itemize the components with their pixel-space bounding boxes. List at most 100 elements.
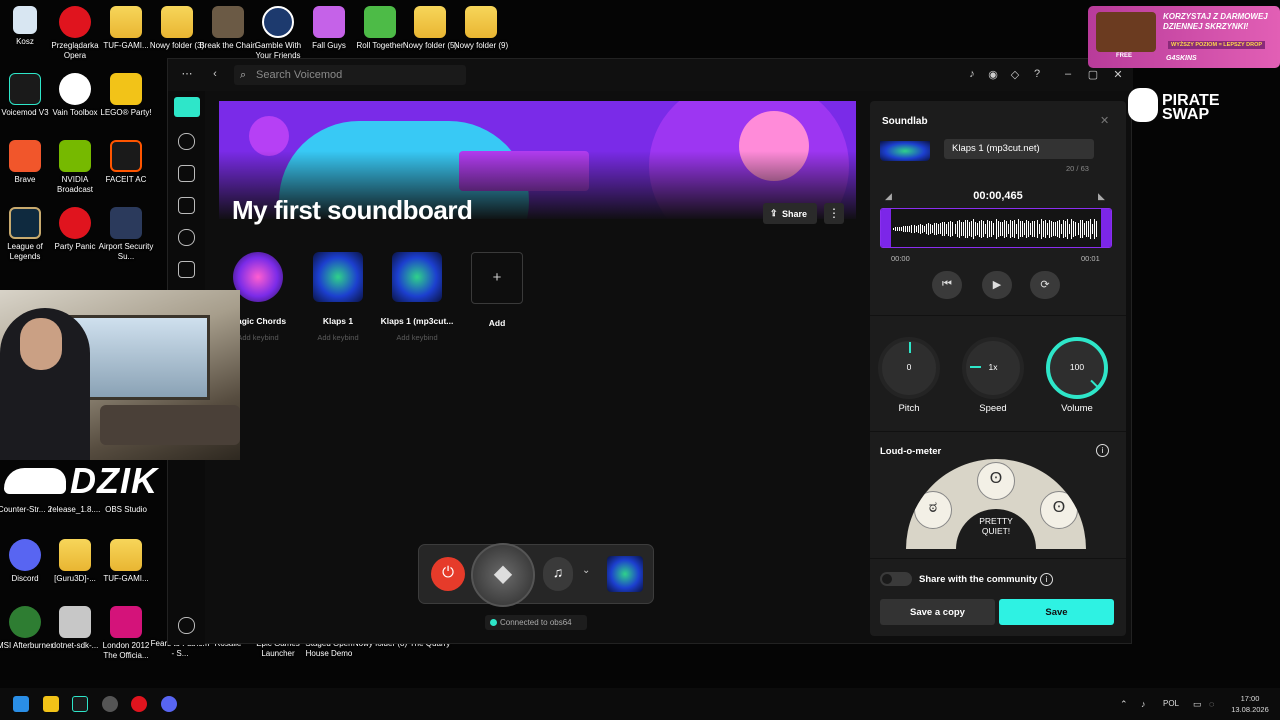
desktop-icon-folder-9[interactable]: Nowy folder (9) (451, 6, 511, 51)
archive-icon (110, 6, 142, 38)
waveform-bar (1042, 221, 1044, 237)
network-icon[interactable]: ◌ (1209, 699, 1214, 709)
lego-icon (110, 73, 142, 105)
sound-name-field[interactable]: Klaps 1 (mp3cut.net) (944, 139, 1094, 159)
voice-changer-gem-button[interactable]: ◆ (471, 543, 535, 607)
desktop-icon-airport[interactable]: Airport Security Su... (96, 207, 156, 262)
gamepad-icon (262, 6, 294, 38)
archive-icon (59, 539, 91, 571)
save-button[interactable]: Save (999, 599, 1114, 625)
add-keybind-link[interactable]: Add keybind (377, 333, 457, 342)
volume-knob[interactable]: 100 (1046, 337, 1108, 399)
waveform-bar (927, 223, 929, 235)
search-input[interactable]: ⌕ Search Voicemod (234, 65, 466, 85)
apps-icon[interactable] (178, 197, 195, 214)
waveform-bar (1065, 221, 1067, 237)
waveform-bar (925, 224, 927, 234)
skip-back-button[interactable]: ⏮ (932, 271, 962, 299)
monitor-icon[interactable]: ▭ (1193, 699, 1202, 710)
treasure-chest-icon (1096, 12, 1156, 52)
steam-icon[interactable] (102, 696, 118, 712)
waveform-bar (1018, 218, 1020, 240)
waveform-bar (952, 221, 954, 237)
game-icon (110, 606, 142, 638)
gear-icon (59, 73, 91, 105)
play-button[interactable]: ▶ (982, 271, 1012, 299)
opera-icon[interactable] (131, 696, 147, 712)
advert-banner[interactable]: KORZYSTAJ Z DARMOWEJ DZIENNEJ SKRZYNKI! … (1088, 6, 1280, 68)
clock[interactable]: 17:00 13.08.2026 (1225, 693, 1275, 715)
sound-item-klaps-1-mp3cut[interactable]: Klaps 1 (mp3cut... Add keybind (377, 252, 457, 342)
share-button[interactable]: ⇪ Share (763, 203, 817, 224)
current-sound-thumbnail[interactable] (607, 556, 643, 592)
back-chevron-icon[interactable]: ‹ (208, 68, 222, 80)
chevron-down-icon[interactable]: ⌄ (582, 565, 590, 576)
waveform-bar (979, 221, 981, 237)
trim-handle-left[interactable] (881, 209, 891, 247)
trim-handle-right[interactable] (1101, 209, 1111, 247)
save-copy-button[interactable]: Save a copy (880, 599, 995, 625)
discord-icon (9, 539, 41, 571)
discord-icon[interactable] (161, 696, 177, 712)
pitch-knob[interactable]: 0 (878, 337, 940, 399)
waveform-bar (919, 224, 921, 234)
desktop-icon-tuf-gaming-2[interactable]: TUF-GAMI... (96, 539, 156, 584)
file-explorer-icon[interactable] (43, 696, 59, 712)
waveform-editor[interactable] (880, 208, 1112, 248)
gift-icon[interactable] (178, 261, 195, 278)
waveform-bar (903, 226, 905, 232)
voicemod-icon[interactable] (72, 696, 88, 712)
add-sound-button[interactable]: + Add (457, 252, 537, 328)
tag-icon[interactable]: ◇ (1008, 68, 1022, 81)
waveform-bar (1028, 221, 1030, 237)
waveform-bar (1087, 221, 1089, 237)
add-keybind-link[interactable]: Add keybind (298, 333, 378, 342)
lightning-icon[interactable] (178, 165, 195, 182)
minimize-icon[interactable]: – (1061, 68, 1075, 80)
microphone-icon[interactable] (178, 133, 195, 150)
voicemod-window: ⋯ ‹ ⌕ Search Voicemod ♪ ◉ ◇ ? – ▢ ✕ My f… (167, 58, 1133, 645)
language-indicator[interactable]: POL (1163, 699, 1179, 708)
close-icon[interactable]: ✕ (1100, 114, 1109, 127)
help-icon[interactable]: ? (1030, 68, 1044, 80)
speed-knob[interactable]: 1x (962, 337, 1024, 399)
airport-icon (110, 207, 142, 239)
pirate-swap-logo: PIRATE SWAP (1128, 86, 1248, 128)
bell-icon[interactable]: ♪ (965, 68, 979, 80)
waveform-bar (1083, 223, 1085, 235)
desktop-icon-faceit[interactable]: FACEIT AC (96, 140, 156, 185)
fall-guys-icon (313, 6, 345, 38)
close-icon[interactable]: ✕ (1111, 68, 1125, 81)
waveform-bar (1022, 221, 1024, 237)
microphone-icon[interactable]: ♪ (1141, 699, 1146, 709)
info-icon[interactable]: i (1040, 573, 1053, 586)
user-icon[interactable] (178, 617, 195, 634)
desktop-icon-obs[interactable]: OBS Studio (96, 505, 156, 515)
menu-dots-icon[interactable]: ⋯ (180, 67, 194, 80)
character-icon[interactable] (178, 229, 195, 246)
folder-icon (110, 539, 142, 571)
share-community-toggle[interactable] (880, 572, 912, 586)
waveform-bar (1095, 221, 1097, 237)
desktop-icon-lego-party[interactable]: LEGO® Party! (96, 73, 156, 118)
power-button[interactable]: ⏻ (431, 557, 465, 591)
chevron-up-icon[interactable]: ⌃ (1120, 699, 1128, 710)
waveform-bar (938, 224, 940, 234)
desktop-icon-london-2012[interactable]: London 2012 The Officia... (96, 606, 156, 661)
trim-end-icon[interactable]: ◣ (1098, 191, 1105, 202)
sound-item-klaps-1[interactable]: Klaps 1 Add keybind (298, 252, 378, 342)
waveform-bar (1071, 219, 1073, 239)
windows-start-icon[interactable] (13, 696, 29, 712)
loudometer-title: Loud-o-meter (880, 446, 942, 457)
voice-control-bar: ⏻ ◆ ♫ ⌄ (418, 543, 654, 607)
waveform-bar (1063, 220, 1065, 238)
discord-icon[interactable]: ◉ (986, 68, 1000, 81)
faceit-icon (110, 140, 142, 172)
waveform-bar (917, 225, 919, 233)
info-icon[interactable]: i (1096, 444, 1109, 457)
more-options-button[interactable]: ⋮ (824, 203, 844, 224)
loop-button[interactable]: ⟳ (1030, 271, 1060, 299)
start-time: 00:00 (891, 254, 910, 263)
maximize-icon[interactable]: ▢ (1086, 68, 1100, 81)
hear-myself-button[interactable]: ♫ (543, 557, 573, 591)
